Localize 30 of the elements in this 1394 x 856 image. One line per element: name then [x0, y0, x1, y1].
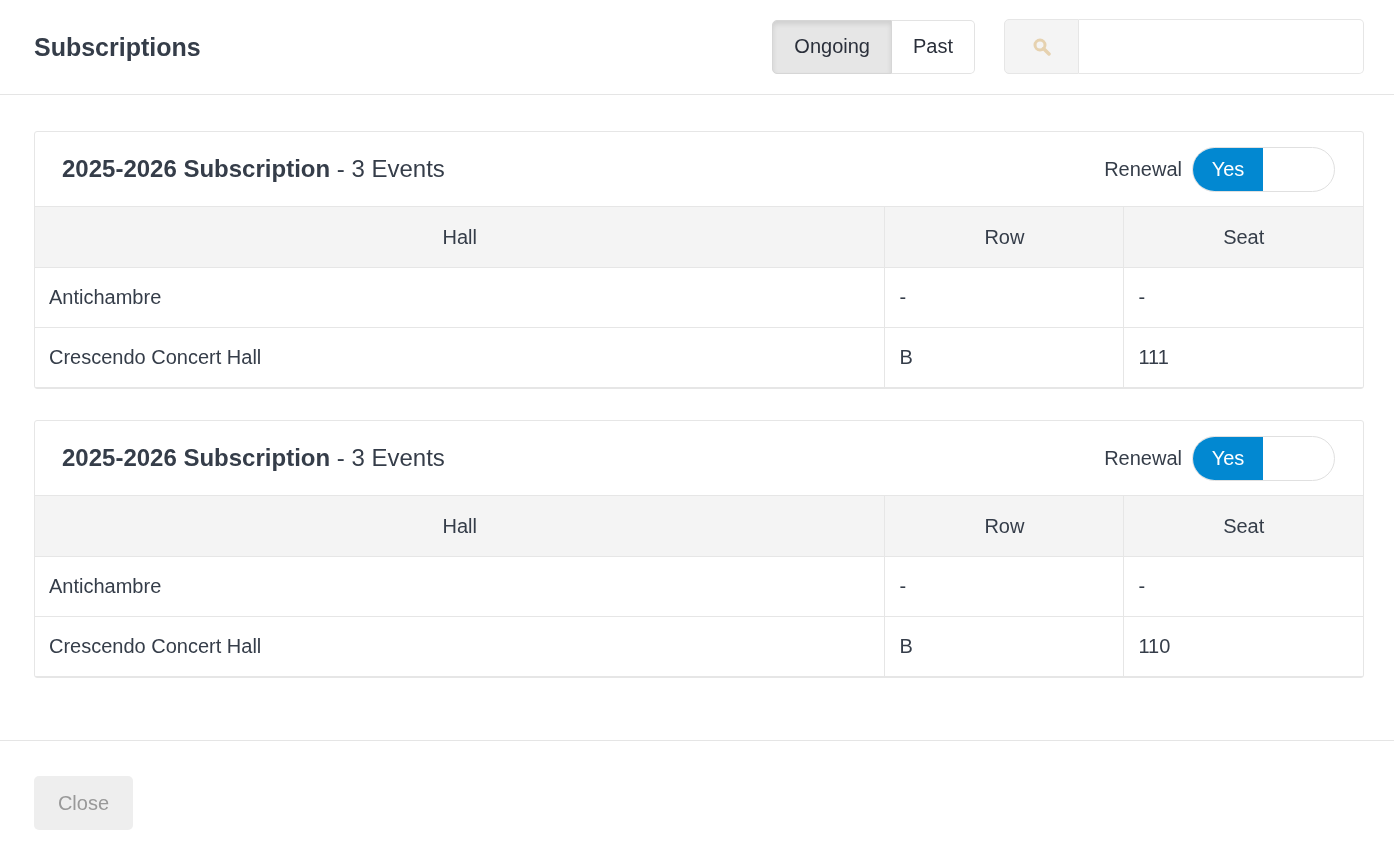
subscription-title: 2025-2026 Subscription - 3 Events	[62, 155, 446, 183]
table-cell: -	[884, 267, 1124, 328]
search-button[interactable]	[1004, 19, 1079, 74]
renewal-label: Renewal	[1104, 157, 1182, 181]
table-cell: -	[1123, 267, 1363, 328]
table-cell: Antichambre	[35, 267, 885, 328]
table-cell: Crescendo Concert Hall	[35, 616, 885, 677]
subscription-title: 2025-2026 Subscription - 3 Events	[62, 444, 446, 472]
renewal-switch[interactable]: Yes	[1192, 435, 1335, 481]
table-cell: Antichambre	[35, 556, 885, 617]
filter-tab[interactable]: Ongoing	[772, 19, 892, 74]
table-cell: -	[1123, 556, 1363, 617]
table-cell: -	[884, 556, 1124, 617]
table-cell: Crescendo Concert Hall	[35, 327, 885, 388]
search-icon	[1032, 37, 1051, 56]
renewal-label: Renewal	[1104, 446, 1182, 470]
column-header: Row	[884, 495, 1124, 557]
column-header: Hall	[35, 495, 885, 557]
renewal-switch[interactable]: Yes	[1192, 146, 1335, 192]
column-header: Seat	[1123, 495, 1363, 557]
table-cell: B	[884, 327, 1124, 388]
column-header: Seat	[1123, 206, 1363, 268]
column-header: Hall	[35, 206, 885, 268]
filter-tab[interactable]: Past	[891, 19, 975, 74]
dialog-title: Subscriptions	[34, 33, 202, 62]
column-header: Row	[884, 206, 1124, 268]
table-cell: 110	[1123, 616, 1363, 677]
search-field[interactable]	[1079, 19, 1364, 74]
table-cell: B	[884, 616, 1124, 677]
table-cell: 111	[1123, 327, 1363, 388]
